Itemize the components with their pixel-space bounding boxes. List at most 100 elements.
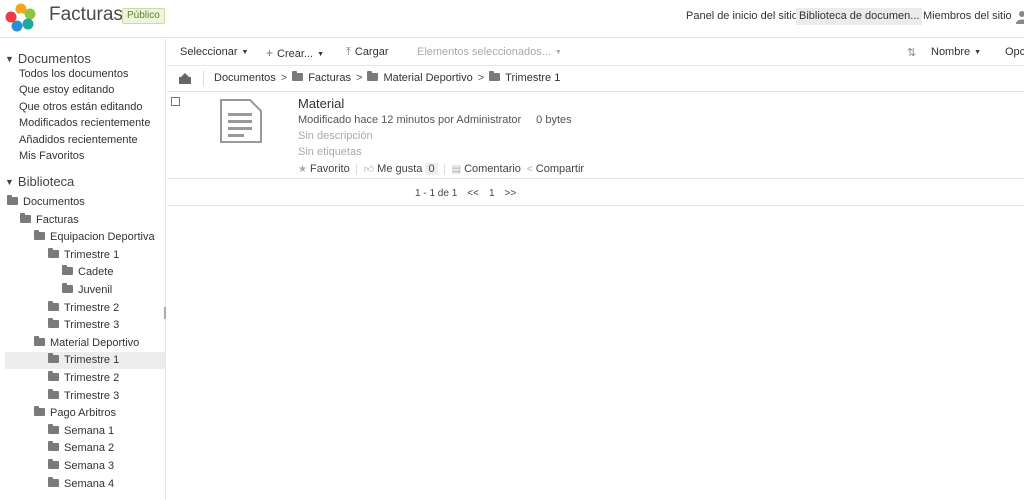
tree-folder-item[interactable]: Facturas — [5, 212, 165, 229]
user-icon[interactable] — [1016, 10, 1024, 24]
tree-folder-label: Documentos — [23, 196, 85, 208]
chevron-down-icon: ▼ — [554, 49, 562, 56]
tree-folder-item[interactable]: Documentos — [5, 194, 165, 211]
document-toolbar: Seleccionar ▼ + Crear... ▼ ⤒ Cargar Elemento… — [167, 39, 1024, 66]
document-thumbnail-icon[interactable] — [220, 99, 262, 143]
options-menu[interactable]: Opci — [1005, 46, 1024, 58]
tree-folder-label: Facturas — [36, 213, 79, 226]
nav-site-members[interactable]: Miembros del sitio — [920, 8, 1015, 25]
create-menu-button[interactable]: + Crear... ▼ — [266, 46, 324, 60]
sort-label: Nombre — [931, 46, 971, 58]
tree-folder-item[interactable]: Trimestre 3 — [5, 388, 165, 405]
document-list-row: Material Modificado hace 12 minutos por … — [167, 93, 1024, 179]
alfresco-logo-icon[interactable] — [4, 2, 38, 32]
selected-items-menu[interactable]: Elementos seleccionados... ▼ — [417, 46, 562, 58]
filter-recently-added[interactable]: Añadidos recientemente — [19, 134, 138, 146]
document-select-checkbox[interactable] — [171, 97, 180, 106]
chevron-down-icon: ▼ — [241, 49, 249, 56]
tree-folder-item[interactable]: Trimestre 2 — [5, 370, 165, 387]
tree-folder-item[interactable]: Material Deportivo — [5, 335, 165, 352]
panel-resize-handle[interactable] — [164, 307, 166, 319]
create-label: Crear... — [277, 48, 314, 60]
upload-button[interactable]: ⤒ Cargar — [346, 46, 389, 59]
tree-folder-item[interactable]: Trimestre 1 — [5, 352, 165, 370]
folder-up-icon[interactable] — [179, 73, 191, 84]
folder-icon — [7, 195, 18, 206]
folder-icon — [48, 441, 59, 452]
documents-section-toggle[interactable]: ▼ Documentos — [5, 51, 91, 66]
tree-folder-label: Trimestre 1 — [64, 354, 120, 367]
folder-icon — [20, 212, 31, 223]
folder-icon — [48, 459, 59, 470]
document-size: 0 bytes — [536, 114, 572, 126]
pagination-range: 1 - 1 de 1 — [415, 188, 458, 199]
filter-favorites[interactable]: Mis Favoritos — [19, 150, 84, 162]
library-section-toggle[interactable]: ▼ Biblioteca — [5, 174, 74, 189]
tree-folder-item[interactable]: Cadete — [5, 264, 165, 281]
document-modified-info: Modificado hace 12 minutos por Administr… — [298, 114, 522, 126]
documents-heading: Documentos — [17, 51, 91, 66]
sort-field-menu[interactable]: Nombre ▼ — [931, 46, 981, 58]
document-tags: Sin etiquetas — [298, 146, 362, 158]
folder-icon — [48, 476, 59, 487]
pagination-previous[interactable]: << — [467, 188, 479, 199]
tree-folder-label: Material Deportivo — [50, 336, 140, 349]
tree-folder-item[interactable]: Trimestre 3 — [5, 317, 165, 334]
like-count: 0 — [425, 163, 438, 175]
folder-icon — [48, 353, 59, 364]
document-actions: ★ Favorito 👍︎ Me gusta 0 ▤ Comentario < Compart… — [298, 163, 590, 175]
tree-folder-label: Pago Arbitros — [50, 407, 117, 420]
thumbs-up-icon: 👍︎ — [363, 164, 375, 175]
tree-folder-item[interactable]: Trimestre 1 — [5, 247, 165, 264]
document-metadata: Modificado hace 12 minutos por Administr… — [298, 114, 572, 126]
breadcrumb-item[interactable]: Facturas — [308, 72, 351, 84]
filter-all-documents[interactable]: Todos los documentos — [19, 68, 128, 80]
breadcrumb-item[interactable]: Material Deportivo — [383, 72, 472, 84]
share-action[interactable]: < Compartir — [527, 163, 584, 175]
breadcrumb-separator: > — [477, 72, 485, 84]
sort-direction-icon[interactable]: ⇅ — [907, 46, 916, 59]
comment-label: Comentario — [464, 163, 521, 175]
folder-icon — [367, 71, 379, 82]
tree-folder-label: Trimestre 1 — [64, 248, 120, 261]
chevron-down-icon: ▼ — [974, 49, 982, 56]
plus-icon: + — [266, 46, 274, 60]
share-icon: < — [526, 164, 533, 175]
tree-folder-label: Equipacion Deportiva — [50, 231, 155, 244]
filter-recently-modified[interactable]: Modificados recientemente — [19, 117, 150, 129]
nav-site-dashboard[interactable]: Panel de inicio del sitio — [683, 8, 801, 25]
select-menu-button[interactable]: Seleccionar ▼ — [180, 46, 248, 58]
nav-document-library[interactable]: Biblioteca de documen... — [796, 8, 923, 25]
like-action[interactable]: 👍︎ Me gusta 0 — [364, 163, 438, 175]
filter-i-am-editing[interactable]: Que estoy editando — [19, 84, 114, 96]
filter-others-editing[interactable]: Que otros están editando — [19, 101, 143, 113]
chevron-down-icon: ▼ — [317, 51, 325, 58]
action-divider — [355, 163, 357, 175]
favorite-action[interactable]: ★ Favorito — [298, 163, 350, 175]
share-label: Compartir — [535, 163, 585, 175]
pagination-page[interactable]: 1 — [489, 188, 495, 199]
tree-folder-item[interactable]: Trimestre 2 — [5, 300, 165, 317]
tree-folder-label: Trimestre 3 — [64, 319, 120, 332]
pagination-next[interactable]: >> — [505, 188, 517, 199]
tree-folder-label: Trimestre 2 — [64, 301, 120, 314]
site-title[interactable]: Facturas — [49, 4, 123, 26]
tree-folder-label: Semana 4 — [64, 477, 115, 490]
comment-action[interactable]: ▤ Comentario — [452, 163, 521, 175]
breadcrumb-divider — [203, 71, 204, 86]
tree-folder-item[interactable]: Semana 3 — [5, 458, 165, 475]
tree-folder-item[interactable]: Semana 2 — [5, 440, 165, 457]
tree-folder-item[interactable]: Juvenil — [5, 282, 165, 299]
tree-folder-label: Semana 1 — [64, 424, 115, 437]
tree-folder-item[interactable]: Semana 1 — [5, 423, 165, 440]
tree-folder-item[interactable]: Equipacion Deportiva — [5, 229, 165, 246]
library-heading: Biblioteca — [17, 174, 75, 189]
breadcrumb-bar: Documentos > Facturas > Material Deportivo > T… — [167, 66, 1024, 92]
folder-icon — [48, 388, 59, 399]
document-name-link[interactable]: Material — [298, 96, 344, 111]
tree-folder-item[interactable]: Semana 4 — [5, 476, 165, 493]
breadcrumb-item[interactable]: Documentos — [214, 72, 276, 84]
breadcrumb-item-current[interactable]: Trimestre 1 — [505, 72, 560, 84]
tree-folder-item[interactable]: Pago Arbitros — [5, 405, 165, 422]
breadcrumb-separator: > — [356, 72, 363, 84]
